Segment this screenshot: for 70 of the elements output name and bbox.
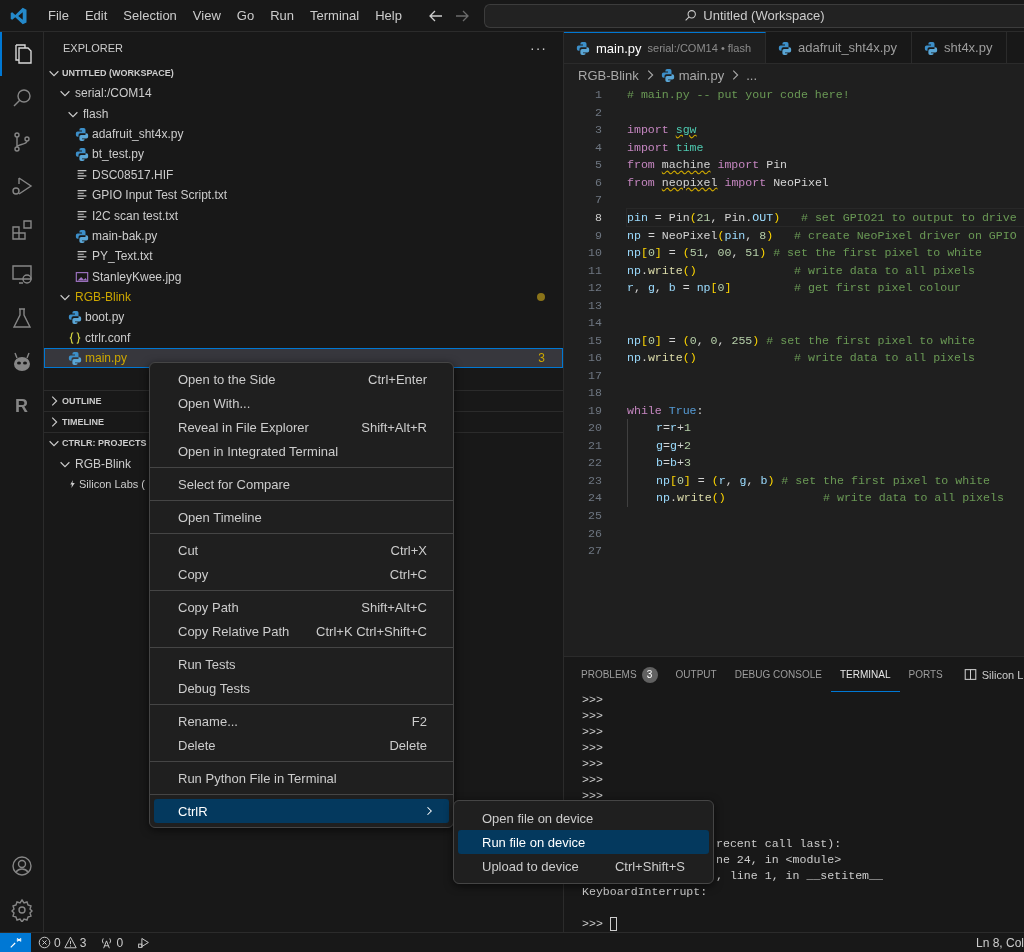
line-number: 6 [594,175,602,189]
terminal-line: >>> [582,692,603,708]
line-number: 22 [587,456,602,470]
line-number: 7 [594,193,602,207]
line-number: 20 [587,421,602,435]
terminal-line: >>> [582,788,603,804]
code-line: np.write() # write data to all pixels [627,351,975,365]
code-line: np = NeoPixel(pin, 8) # create NeoPixel driver on GPIO [627,228,1017,242]
code-line: from machine import Pin [627,158,788,172]
line-number: 17 [587,368,602,382]
terminal-line: >>> [582,916,603,932]
line-number: 11 [587,263,602,277]
shortcut-label: Ctrl+Shift+S [614,858,685,874]
shortcut-label: Ctrl+K Ctrl+Shift+C [316,623,427,639]
code-line: np[0] = (r, g, b) # set the first pixel to white [656,473,991,487]
line-number: 5 [594,158,602,172]
code-line: np.write() # write data to all pixels [627,263,975,277]
line-number: 23 [587,473,602,487]
line-number: 2 [594,105,602,119]
shortcut-label: Ctrl+C [389,566,427,582]
code-line: g=g+2 [656,438,691,452]
line-number: 18 [587,386,602,400]
shortcut-label: Shift+Alt+C [361,599,427,615]
code-line: pin = Pin(21, Pin.OUT) # set GPIO21 to output to drive [627,211,1017,224]
line-number: 19 [587,403,602,417]
line-number: 21 [587,438,602,452]
terminal-line: recent call last): [716,836,842,852]
code-line: np[0] = (0, 0, 255) # set the first pixel to white [627,333,975,347]
code-line: from neopixel import NeoPixel [627,175,829,189]
terminal-line: >>> [582,740,603,756]
code-line: b=b+3 [656,456,691,470]
line-number: 27 [587,544,602,558]
line-number: 3 [594,123,602,137]
code-line: r=r+1 [656,421,691,435]
problem-count: 3 [538,351,545,366]
line-number: 12 [587,281,602,295]
line-number: 1 [594,88,602,102]
terminal-line: , line 1, in __setitem__ [716,868,883,884]
terminal-line: KeyboardInterrupt: [582,884,708,900]
line-number: 14 [587,316,602,330]
line-number: 15 [587,333,602,347]
code-line: np[0] = (51, 00, 51) # set the first pixel to white [627,246,982,260]
line-number: 24 [587,491,602,505]
shortcut-label: Delete [389,737,427,753]
code-line: r, g, b = np[0] # get first pixel colour [627,281,962,295]
shortcut-label: Ctrl+Enter [368,371,427,387]
line-number: 10 [587,246,602,260]
line-number: 26 [587,526,602,540]
terminal-line: >>> [582,772,603,788]
line-number: 9 [594,228,602,242]
line-number: 4 [594,140,602,154]
code-line: import sgw [627,123,697,137]
shortcut-label: Shift+Alt+R [361,419,427,435]
tab-description: serial:/COM14 • flash [647,42,752,54]
line-number: 25 [587,509,602,522]
code-line: import time [627,140,704,154]
code-line: np.write() # write data to all pixels [656,491,1004,505]
shortcut-label: Ctrl+X [390,542,427,558]
terminal-line: >>> [582,708,603,724]
line-number: 16 [587,351,602,365]
line-number: 8 [594,211,602,224]
terminal-line: ne 24, in <module> [716,852,842,868]
sidebar-title: EXPLORER [63,41,123,54]
count-badge: 3 [641,666,658,683]
terminal-line: >>> [582,756,603,772]
code-line: # main.py -- put your code here! [627,88,850,102]
shortcut-label: F2 [411,713,427,729]
code-line: while True: [627,403,704,417]
line-number: 13 [587,298,602,312]
terminal-line: >>> [582,724,603,740]
